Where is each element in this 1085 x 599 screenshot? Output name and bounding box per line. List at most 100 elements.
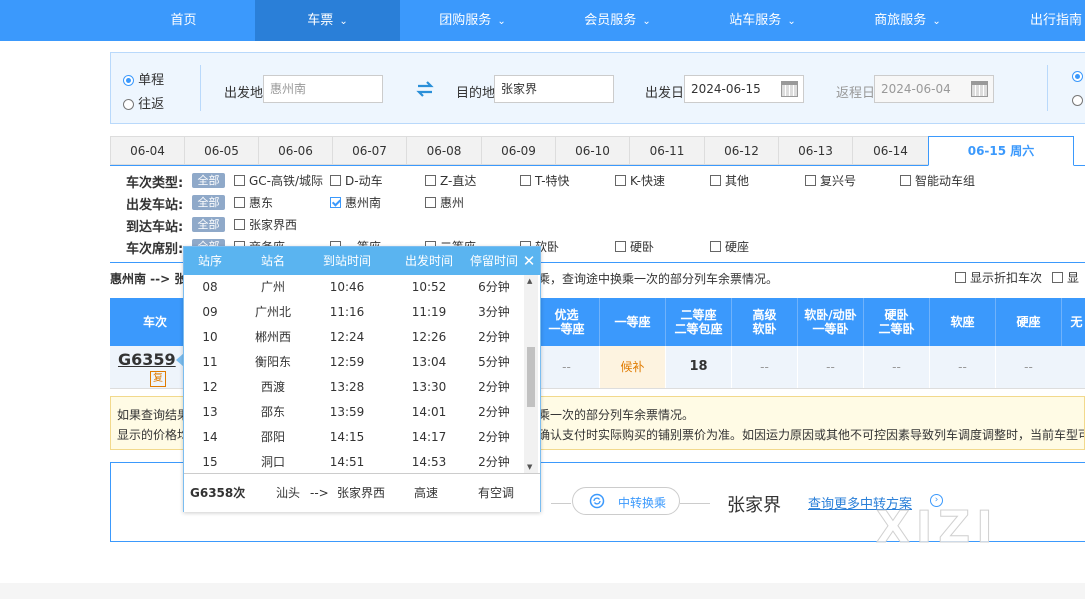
filter-checkbox[interactable]: 张家界西 [234, 217, 297, 233]
scroll-down-icon[interactable]: ▼ [527, 463, 532, 471]
checkbox-icon [805, 175, 816, 186]
cell-hard-sleeper: -- [863, 346, 929, 388]
calendar-icon[interactable] [971, 81, 988, 97]
date-tab[interactable]: 06-07 [332, 136, 407, 165]
filter-checkbox[interactable]: 硬座 [710, 239, 749, 255]
watermark-logo: XIZI [876, 502, 999, 554]
date-tab[interactable]: 06-08 [406, 136, 482, 165]
radio-option[interactable] [1072, 69, 1083, 83]
nav-tickets[interactable]: 车票 ⌄ [255, 0, 400, 41]
stop-stay: 6分钟 [478, 280, 510, 294]
footer-ac: 有空调 [478, 486, 515, 500]
scroll-up-icon[interactable]: ▲ [527, 277, 532, 285]
filter-checkbox[interactable]: 其他 [710, 173, 749, 189]
chevron-down-icon: ⌄ [339, 16, 348, 27]
nav-group[interactable]: 团购服务 ⌄ [400, 0, 545, 41]
return-date-input[interactable]: 2024-06-04 [874, 75, 994, 103]
nav-guide[interactable]: 出行指南 [1030, 0, 1085, 41]
date-tab[interactable]: 06-05 [184, 136, 259, 165]
date-tab[interactable]: 06-11 [629, 136, 705, 165]
stop-row: 11 衡阳东 12:59 13:04 5分钟 [184, 350, 524, 375]
date-tab[interactable]: 06-13 [778, 136, 853, 165]
date-tab[interactable]: 06-04 [110, 136, 185, 165]
filter-checkbox[interactable]: 惠州 [425, 195, 464, 211]
filter-option-label: 智能动车组 [915, 174, 976, 188]
discount-checkbox[interactable]: 显示折扣车次 [955, 270, 1042, 286]
popup-header: 站序 站名 到站时间 出发时间 停留时间 ✕ [184, 247, 540, 275]
oneway-option[interactable]: 单程 [123, 69, 164, 88]
radio-option[interactable] [1072, 93, 1083, 107]
return-label: 返程日 [836, 86, 876, 101]
all-button[interactable]: 全部 [192, 217, 225, 232]
popup-col-arrive: 到站时间 [322, 254, 371, 268]
nav-group-label: 团购服务 [439, 13, 492, 28]
radio-icon [1072, 95, 1083, 106]
stop-row: 08 广州 10:46 10:52 6分钟 [184, 275, 524, 300]
swap-icon[interactable] [416, 81, 434, 97]
stop-row: 13 邵东 13:59 14:01 2分钟 [184, 400, 524, 425]
filter-checkbox[interactable]: 智能动车组 [900, 173, 975, 189]
filter-checkbox[interactable]: K-快速 [615, 173, 665, 189]
stop-stay: 2分钟 [478, 380, 510, 394]
footer-train: G6358次 [190, 486, 246, 500]
date-tab-active[interactable]: 06-15 周六 [928, 136, 1074, 166]
nav-station[interactable]: 站车服务 ⌄ [690, 0, 835, 41]
calendar-icon[interactable] [781, 81, 798, 97]
stop-stay: 2分钟 [478, 330, 510, 344]
roundtrip-option[interactable]: 往返 [123, 93, 164, 112]
col-none: 无 [1061, 298, 1085, 346]
transfer-button[interactable]: 中转换乘 [572, 487, 680, 515]
filter-checkbox[interactable]: 惠东 [234, 195, 273, 211]
date-tabs: 06-04 06-05 06-06 06-07 06-08 06-09 06-1… [110, 136, 1085, 166]
stop-arrive: 14:51 [329, 455, 365, 469]
filter-checkbox[interactable]: 硬卧 [615, 239, 654, 255]
popup-scrollbar[interactable]: ▲ ▼ [524, 275, 538, 473]
from-label: 出发地 [224, 86, 264, 101]
checkbox-icon [955, 272, 966, 283]
train-number-link[interactable]: G6359 [118, 350, 176, 369]
scroll-thumb[interactable] [527, 347, 535, 407]
radio-icon [123, 99, 134, 110]
from-input[interactable]: 惠州南 [263, 75, 383, 103]
all-button[interactable]: 全部 [192, 173, 225, 188]
filter-option-label: 惠州南 [345, 196, 382, 210]
filter-checkbox[interactable]: Z-直达 [425, 173, 476, 189]
stop-name: 洞口 [260, 455, 285, 469]
nav-home[interactable]: 首页 [112, 0, 255, 41]
filter-option-label: D-动车 [345, 174, 383, 188]
date-tab[interactable]: 06-14 [852, 136, 929, 165]
radio-selected-icon [1072, 71, 1083, 82]
filter-checkbox-checked[interactable]: 惠州南 [330, 195, 381, 211]
filter-checkbox[interactable]: 复兴号 [805, 173, 856, 189]
filter-option-label: Z-直达 [440, 174, 477, 188]
checkbox-icon [615, 175, 626, 186]
stop-seq: 11 [202, 355, 218, 369]
stop-stay: 5分钟 [478, 355, 510, 369]
date-tab[interactable]: 06-09 [481, 136, 556, 165]
cell-second-count[interactable]: 18 [665, 346, 731, 388]
to-input[interactable]: 张家界 [494, 75, 614, 103]
stop-depart: 14:17 [411, 430, 447, 444]
date-tab[interactable]: 06-12 [704, 136, 779, 165]
checkbox-icon [520, 175, 531, 186]
nav-business[interactable]: 商旅服务 ⌄ [835, 0, 980, 41]
stop-depart: 14:01 [411, 405, 447, 419]
filter-checkbox[interactable]: GC-高铁/城际 [234, 173, 323, 189]
filter-checkbox[interactable]: T-特快 [520, 173, 570, 189]
stop-row: 10 郴州西 12:24 12:26 2分钟 [184, 325, 524, 350]
waitlist-button[interactable]: 候补 [599, 346, 665, 388]
date-tab[interactable]: 06-10 [555, 136, 630, 165]
all-button[interactable]: 全部 [192, 195, 225, 210]
nav-member[interactable]: 会员服务 ⌄ [545, 0, 690, 41]
depart-date-input[interactable]: 2024-06-15 [684, 75, 804, 103]
extra-checkbox[interactable]: 显 [1052, 270, 1079, 286]
stop-stay: 3分钟 [478, 305, 510, 319]
stop-name: 西渡 [260, 380, 285, 394]
stop-name: 邵阳 [260, 430, 285, 444]
date-tab[interactable]: 06-06 [258, 136, 333, 165]
close-icon[interactable]: ✕ [520, 247, 538, 275]
stop-name: 广州北 [254, 305, 291, 319]
stop-depart: 12:26 [411, 330, 447, 344]
divider [200, 65, 201, 111]
filter-checkbox[interactable]: D-动车 [330, 173, 383, 189]
